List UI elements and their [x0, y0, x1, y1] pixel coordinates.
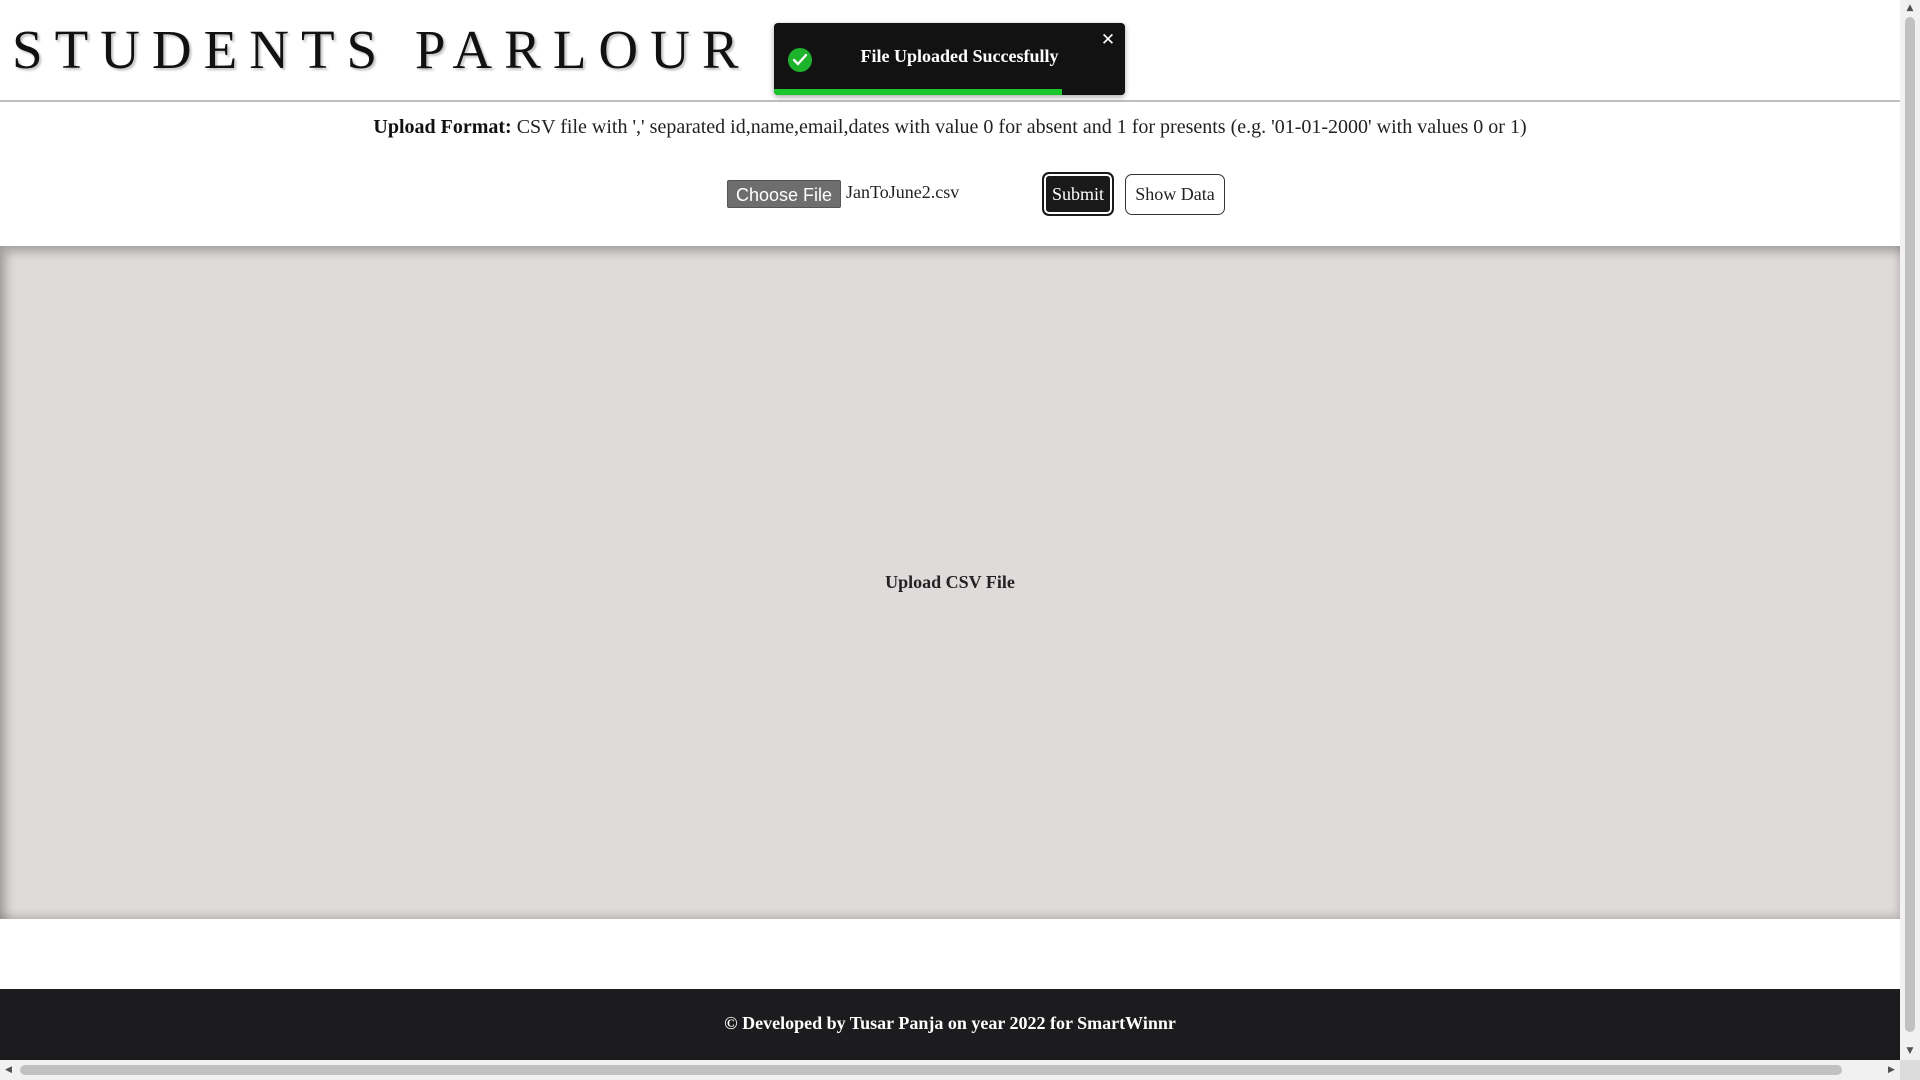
toast-message: File Uploaded Succesfully	[860, 46, 1059, 66]
upload-format-instructions: Upload Format: CSV file with ',' separat…	[0, 116, 1900, 139]
scrollbar-corner	[1900, 1060, 1920, 1080]
vertical-scroll-thumb[interactable]	[1905, 17, 1915, 1032]
horizontal-scrollbar[interactable]: ◀ ▶	[0, 1060, 1900, 1080]
scroll-up-icon[interactable]: ▲	[1900, 0, 1920, 17]
upload-format-label: Upload Format:	[373, 116, 512, 138]
footer-credit: © Developed by Tusar Panja on year 2022 …	[724, 1013, 1176, 1033]
scroll-right-icon[interactable]: ▶	[1883, 1060, 1900, 1080]
choose-file-button[interactable]: Choose File	[727, 180, 841, 208]
header-divider	[0, 100, 1900, 102]
panel-placeholder-text: Upload CSV File	[885, 572, 1015, 592]
toast-progress-bar	[774, 89, 1062, 95]
toast-progress-track	[774, 89, 1125, 95]
footer: © Developed by Tusar Panja on year 2022 …	[0, 989, 1900, 1060]
check-circle-icon	[788, 48, 812, 72]
close-icon[interactable]: ✕	[1099, 31, 1117, 49]
site-title: STUDENTS PARLOUR	[12, 19, 751, 80]
horizontal-scroll-thumb[interactable]	[20, 1065, 1842, 1075]
show-data-button[interactable]: Show Data	[1125, 174, 1225, 215]
scroll-down-icon[interactable]: ▼	[1900, 1043, 1920, 1060]
page: STUDENTS PARLOUR File Uploaded Succesful…	[0, 0, 1900, 1060]
data-panel: Upload CSV File	[0, 246, 1900, 919]
submit-button[interactable]: Submit	[1042, 172, 1114, 216]
scroll-left-icon[interactable]: ◀	[0, 1060, 17, 1080]
vertical-scrollbar[interactable]: ▲ ▼	[1900, 0, 1920, 1060]
selected-file-name: JanToJune2.csv	[846, 182, 960, 202]
upload-success-toast[interactable]: File Uploaded Succesfully ✕	[774, 23, 1125, 95]
upload-format-text: CSV file with ',' separated id,name,emai…	[511, 116, 1527, 138]
